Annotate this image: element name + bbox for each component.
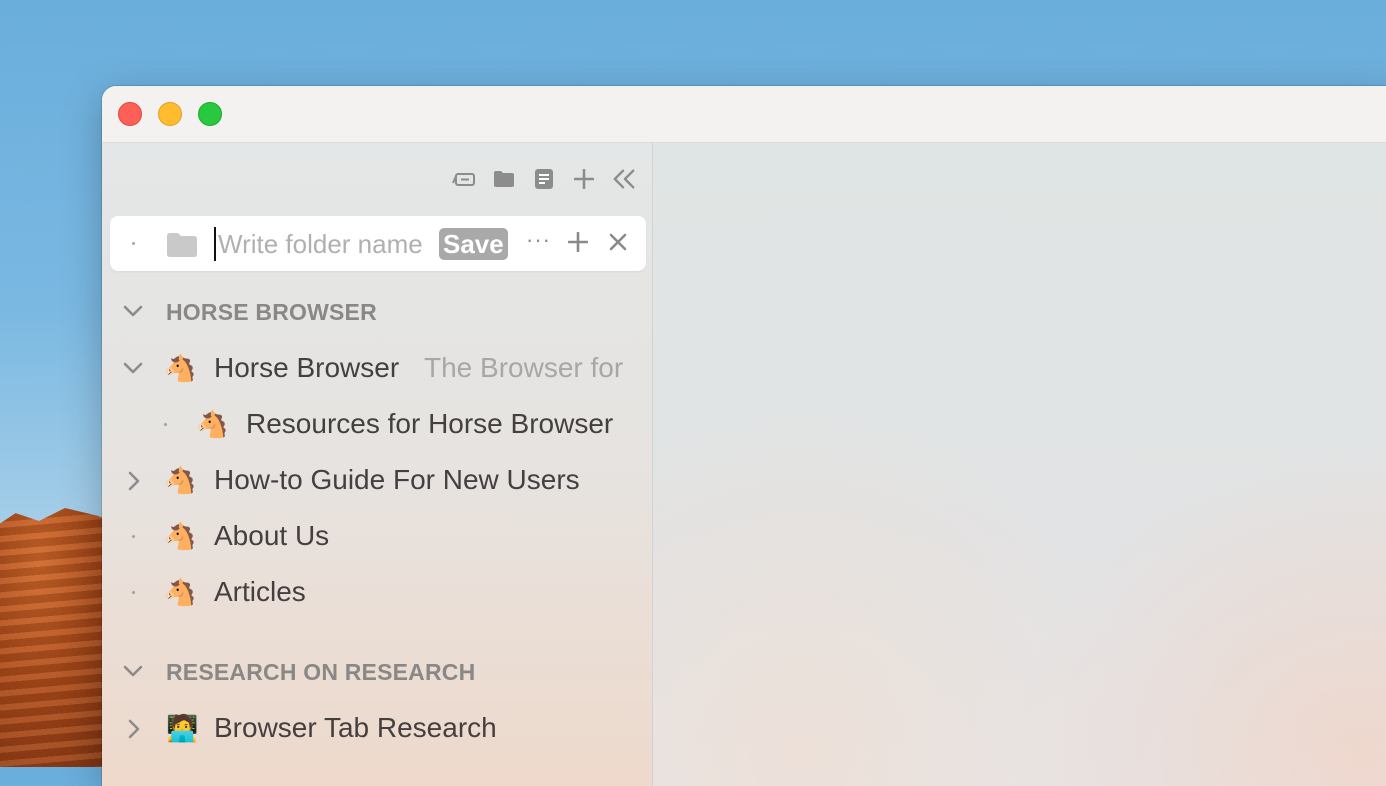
item-title: About Us — [214, 520, 330, 551]
chevron-right-icon[interactable] — [124, 718, 144, 745]
section-title: RESEARCH ON RESEARCH — [166, 659, 476, 685]
horse-icon: 🐴 — [196, 409, 229, 439]
folder-icon[interactable] — [492, 165, 516, 193]
main-content-area — [653, 143, 1386, 786]
section-title: HORSE BROWSER — [166, 299, 377, 325]
tabs-icon[interactable] — [452, 165, 476, 193]
save-button[interactable]: Save — [439, 228, 508, 260]
app-window: Save ··· HORSE BROWSER — [102, 86, 1386, 786]
item-title: Resources for Horse Browser — [246, 408, 614, 439]
chevron-down-icon — [122, 661, 144, 686]
horse-icon: 🐴 — [164, 577, 197, 607]
section-header-research[interactable]: RESEARCH ON RESEARCH — [102, 653, 652, 689]
sidebar-item-how-to-guide[interactable]: 🐴 How-to Guide For New Users — [102, 460, 652, 500]
bullet-dot — [164, 423, 167, 426]
sidebar-toolbar — [452, 163, 636, 195]
folder-icon — [166, 232, 198, 263]
title-bar — [102, 86, 1386, 143]
horse-icon: 🐴 — [164, 465, 197, 495]
sidebar-item-resources[interactable]: 🐴 Resources for Horse Browser — [102, 404, 652, 444]
section-header-horse-browser[interactable]: HORSE BROWSER — [102, 293, 652, 329]
chevron-down-icon — [122, 301, 144, 326]
item-title: Articles — [214, 576, 306, 607]
sidebar: Save ··· HORSE BROWSER — [102, 143, 653, 786]
sidebar-item-about-us[interactable]: 🐴 About Us — [102, 516, 652, 556]
bullet-dot — [132, 242, 135, 245]
item-subtitle: The Browser for — [424, 352, 624, 383]
sidebar-item-horse-browser[interactable]: 🐴 Horse Browser The Browser for — [102, 348, 652, 388]
sidebar-item-browser-tab-research[interactable]: 🧑‍💻 Browser Tab Research — [102, 708, 652, 748]
bullet-dot — [132, 591, 135, 594]
note-icon[interactable] — [532, 165, 556, 193]
horse-icon: 🐴 — [164, 521, 197, 551]
chevron-down-icon[interactable] — [122, 358, 144, 383]
bullet-dot — [132, 535, 135, 538]
minimize-window-button[interactable] — [158, 102, 182, 126]
close-icon[interactable] — [608, 232, 628, 257]
item-title: How-to Guide For New Users — [214, 464, 580, 495]
more-options-button[interactable]: ··· — [526, 227, 551, 253]
collapse-sidebar-icon[interactable] — [612, 165, 636, 193]
zoom-window-button[interactable] — [198, 102, 222, 126]
chevron-right-icon[interactable] — [124, 470, 144, 497]
new-folder-row: Save ··· — [110, 216, 646, 271]
add-icon[interactable] — [567, 231, 589, 257]
folder-name-input[interactable] — [214, 227, 430, 261]
sidebar-item-articles[interactable]: 🐴 Articles — [102, 572, 652, 612]
horse-icon: 🐴 — [164, 353, 197, 383]
close-window-button[interactable] — [118, 102, 142, 126]
item-title: Horse Browser — [214, 352, 400, 383]
item-title: Browser Tab Research — [214, 712, 497, 743]
technologist-page-icon: 🧑‍💻 — [166, 713, 199, 743]
plus-icon[interactable] — [572, 165, 596, 193]
